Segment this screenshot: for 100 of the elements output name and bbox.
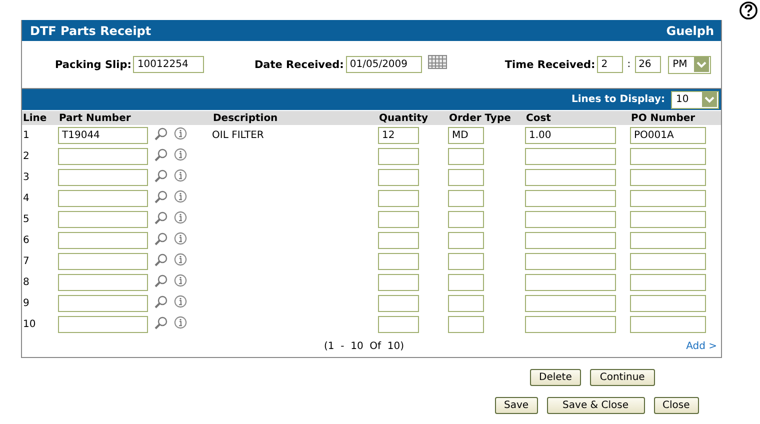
period-dropdown[interactable]: PM bbox=[668, 56, 711, 74]
search-icon[interactable] bbox=[154, 126, 168, 140]
cost-field[interactable] bbox=[525, 274, 616, 291]
pagination-text: (1 - 10 Of 10) bbox=[324, 340, 404, 352]
lines-to-display-label: Lines to Display: bbox=[572, 94, 665, 105]
part-number-field[interactable] bbox=[58, 169, 148, 186]
lines-dropdown[interactable]: 10 bbox=[671, 90, 719, 108]
info-icon[interactable] bbox=[174, 232, 187, 245]
part-number-field[interactable]: T19044 bbox=[58, 127, 148, 144]
part-number-field[interactable] bbox=[58, 190, 148, 207]
order-type-field[interactable] bbox=[448, 295, 484, 312]
quantity-field[interactable]: 12 bbox=[378, 127, 419, 144]
action-button[interactable]: Close bbox=[654, 397, 699, 414]
line-number: 9 bbox=[22, 298, 30, 309]
help-icon[interactable] bbox=[739, 1, 758, 20]
part-number-field[interactable] bbox=[58, 316, 148, 333]
po-number-field[interactable] bbox=[630, 169, 706, 186]
quantity-field[interactable] bbox=[378, 295, 419, 312]
search-icon[interactable] bbox=[154, 168, 168, 182]
packing-slip-field[interactable]: 10012254 bbox=[133, 56, 204, 73]
po-number-field[interactable] bbox=[630, 211, 706, 228]
part-number-field[interactable] bbox=[58, 253, 148, 270]
action-button[interactable]: Delete bbox=[530, 369, 581, 386]
calendar-icon[interactable] bbox=[428, 54, 447, 68]
field-label: Date Received: bbox=[254, 58, 344, 70]
quantity-field[interactable] bbox=[378, 316, 419, 333]
line-number: 8 bbox=[22, 277, 30, 288]
info-icon[interactable] bbox=[174, 295, 187, 308]
column-header: Part Number bbox=[58, 112, 132, 124]
cost-field[interactable] bbox=[525, 295, 616, 312]
action-button[interactable]: Continue bbox=[590, 369, 655, 386]
search-icon[interactable] bbox=[154, 232, 168, 246]
po-number-field[interactable] bbox=[630, 148, 706, 165]
po-number-field[interactable] bbox=[630, 232, 706, 249]
action-button[interactable]: Save bbox=[495, 397, 538, 414]
search-icon[interactable] bbox=[154, 274, 168, 288]
hour-field[interactable]: 2 bbox=[597, 56, 624, 73]
column-header: Line bbox=[22, 112, 48, 124]
description-text: OIL FILTER bbox=[212, 130, 265, 141]
order-type-field[interactable]: MD bbox=[448, 127, 484, 144]
search-icon[interactable] bbox=[154, 252, 168, 266]
info-icon[interactable] bbox=[174, 316, 187, 329]
po-number-field[interactable] bbox=[630, 274, 706, 291]
quantity-field[interactable] bbox=[378, 148, 419, 165]
info-icon[interactable] bbox=[174, 127, 187, 140]
column-header: Quantity bbox=[378, 112, 429, 124]
cost-field[interactable] bbox=[525, 316, 616, 333]
po-number-field[interactable] bbox=[630, 253, 706, 270]
order-type-field[interactable] bbox=[448, 232, 484, 249]
info-icon[interactable] bbox=[174, 211, 187, 224]
order-type-field[interactable] bbox=[448, 169, 484, 186]
line-number: 4 bbox=[22, 193, 30, 204]
info-icon[interactable] bbox=[174, 190, 187, 203]
part-number-field[interactable] bbox=[58, 232, 148, 249]
cost-field[interactable] bbox=[525, 253, 616, 270]
cost-field[interactable] bbox=[525, 232, 616, 249]
cost-field[interactable]: 1.00 bbox=[525, 127, 616, 144]
order-type-field[interactable] bbox=[448, 148, 484, 165]
search-icon[interactable] bbox=[154, 190, 168, 204]
quantity-field[interactable] bbox=[378, 253, 419, 270]
line-number: 6 bbox=[22, 235, 30, 246]
cost-field[interactable] bbox=[525, 169, 616, 186]
po-number-field[interactable] bbox=[630, 190, 706, 207]
order-type-field[interactable] bbox=[448, 274, 484, 291]
date-field[interactable]: 01/05/2009 bbox=[346, 56, 422, 73]
part-number-field[interactable] bbox=[58, 148, 148, 165]
add-link[interactable]: Add > bbox=[686, 340, 717, 352]
order-type-field[interactable] bbox=[448, 190, 484, 207]
info-icon[interactable] bbox=[174, 253, 187, 266]
minute-field[interactable]: 26 bbox=[634, 56, 661, 73]
po-number-field[interactable] bbox=[630, 316, 706, 333]
po-number-field[interactable] bbox=[630, 295, 706, 312]
order-type-field[interactable] bbox=[448, 211, 484, 228]
search-icon[interactable] bbox=[154, 210, 168, 224]
info-icon[interactable] bbox=[174, 148, 187, 161]
field-label: Packing Slip: bbox=[55, 58, 132, 70]
column-header: Description bbox=[212, 112, 279, 124]
part-number-field[interactable] bbox=[58, 211, 148, 228]
search-icon[interactable] bbox=[154, 316, 168, 330]
part-number-field[interactable] bbox=[58, 274, 148, 291]
po-number-field[interactable]: PO001A bbox=[630, 127, 706, 144]
info-icon[interactable] bbox=[174, 274, 187, 287]
quantity-field[interactable] bbox=[378, 274, 419, 291]
info-icon[interactable] bbox=[174, 169, 187, 182]
cost-field[interactable] bbox=[525, 190, 616, 207]
location-name: Guelph bbox=[666, 24, 714, 38]
part-number-field[interactable] bbox=[58, 295, 148, 312]
cost-field[interactable] bbox=[525, 148, 616, 165]
panel-title: DTF Parts Receipt bbox=[30, 24, 152, 38]
cost-field[interactable] bbox=[525, 211, 616, 228]
order-type-field[interactable] bbox=[448, 316, 484, 333]
search-icon[interactable] bbox=[154, 148, 168, 162]
search-icon[interactable] bbox=[154, 294, 168, 308]
quantity-field[interactable] bbox=[378, 232, 419, 249]
quantity-field[interactable] bbox=[378, 211, 419, 228]
action-button[interactable]: Save & Close bbox=[546, 397, 644, 414]
quantity-field[interactable] bbox=[378, 169, 419, 186]
quantity-field[interactable] bbox=[378, 190, 419, 207]
time-separator: : bbox=[626, 59, 632, 70]
order-type-field[interactable] bbox=[448, 253, 484, 270]
